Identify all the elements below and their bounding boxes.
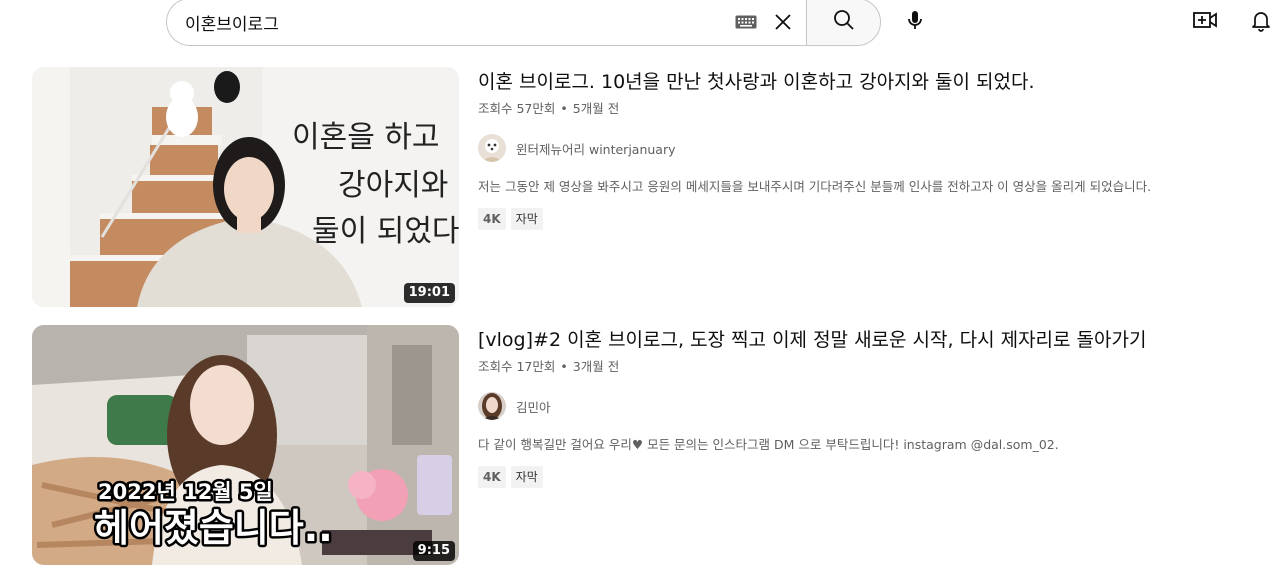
channel-avatar[interactable] xyxy=(478,134,506,162)
subtitles-badge: 자막 xyxy=(510,466,543,488)
search-input[interactable] xyxy=(185,7,734,37)
mic-icon xyxy=(903,8,927,36)
quality-badge: 4K xyxy=(478,466,506,488)
video-result: 이혼을 하고 강아지와 둘이 되었다 19:01 이혼 브이로그. 10년을 만… xyxy=(0,67,1280,307)
thumbnail-text-line: 강아지와 xyxy=(338,168,448,203)
keyboard-icon[interactable] xyxy=(734,13,758,31)
video-info: [vlog]#2 이혼 브이로그, 도장 찍고 이제 정말 새로운 시작, 다시… xyxy=(478,325,1258,488)
thumbnail-text-line: 헤어졌습니다.. xyxy=(94,506,333,550)
thumbnail-text-line: 이혼을 하고 xyxy=(292,120,440,155)
meta-separator: • xyxy=(560,101,568,116)
channel-name[interactable]: 김민아 xyxy=(516,397,551,416)
upload-age: 5개월 전 xyxy=(572,101,620,116)
create-button[interactable] xyxy=(1186,3,1224,41)
voice-search-button[interactable] xyxy=(896,3,934,41)
view-count: 조회수 17만회 xyxy=(478,359,556,374)
thumbnail-text-line: 2022년 12월 5일 xyxy=(98,480,273,504)
thumbnail-image: 2022년 12월 5일 헤어졌습니다.. xyxy=(32,325,459,565)
video-info: 이혼 브이로그. 10년을 만난 첫사랑과 이혼하고 강아지와 둘이 되었다. … xyxy=(478,67,1258,230)
badge-list: 4K 자막 xyxy=(478,208,1258,230)
video-title[interactable]: 이혼 브이로그. 10년을 만난 첫사랑과 이혼하고 강아지와 둘이 되었다. xyxy=(478,68,1258,96)
video-description: 저는 그동안 제 영상을 봐주시고 응원의 메세지들을 보내주시며 기다려주신 … xyxy=(478,179,1152,194)
upload-age: 3개월 전 xyxy=(572,359,620,374)
view-count: 조회수 57만회 xyxy=(478,101,556,116)
video-result: 2022년 12월 5일 헤어졌습니다.. 9:15 [vlog]#2 이혼 브… xyxy=(0,325,1280,565)
thumbnail-text-line: 둘이 되었다 xyxy=(312,214,459,249)
search-icon xyxy=(832,8,856,36)
channel-avatar[interactable] xyxy=(478,392,506,420)
video-title[interactable]: [vlog]#2 이혼 브이로그, 도장 찍고 이제 정말 새로운 시작, 다시… xyxy=(478,326,1258,354)
search-box[interactable] xyxy=(166,0,806,46)
duration-badge: 9:15 xyxy=(412,541,455,561)
video-description: 다 같이 행복길만 걸어요 우리♥ 모든 문의는 인스타그램 DM 으로 부탁드… xyxy=(478,437,1059,452)
channel-name[interactable]: 윈터제뉴어리 winterjanuary xyxy=(516,139,676,158)
thumbnail-image: 이혼을 하고 강아지와 둘이 되었다 xyxy=(32,67,459,307)
bell-icon xyxy=(1249,8,1273,36)
subtitles-badge: 자막 xyxy=(510,208,543,230)
close-icon[interactable] xyxy=(768,7,798,37)
channel-link[interactable]: 윈터제뉴어리 winterjanuary xyxy=(478,134,1258,162)
search-button[interactable] xyxy=(806,0,881,46)
video-meta: 조회수 17만회 • 3개월 전 xyxy=(478,358,1258,376)
channel-link[interactable]: 김민아 xyxy=(478,392,1258,420)
badge-list: 4K 자막 xyxy=(478,466,1258,488)
quality-badge: 4K xyxy=(478,208,506,230)
duration-badge: 19:01 xyxy=(403,283,455,303)
video-add-icon xyxy=(1192,8,1218,36)
top-bar xyxy=(0,0,1280,50)
video-thumbnail[interactable]: 2022년 12월 5일 헤어졌습니다.. 9:15 xyxy=(32,325,459,565)
video-meta: 조회수 57만회 • 5개월 전 xyxy=(478,100,1258,118)
video-thumbnail[interactable]: 이혼을 하고 강아지와 둘이 되었다 19:01 xyxy=(32,67,459,307)
notifications-button[interactable] xyxy=(1242,3,1280,41)
meta-separator: • xyxy=(560,359,568,374)
